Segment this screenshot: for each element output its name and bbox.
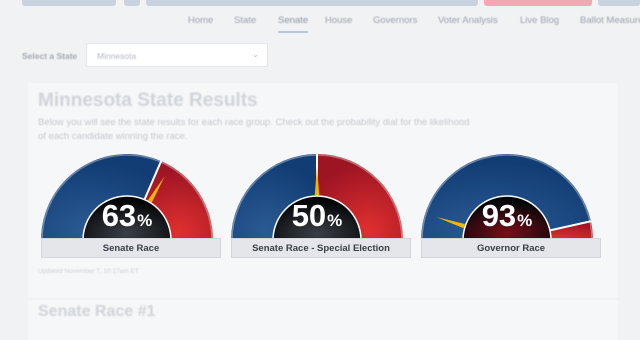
toolbar-search[interactable] bbox=[146, 0, 478, 6]
gauge-label: Senate Race bbox=[41, 238, 221, 258]
section-title: Senate Race #1 bbox=[38, 303, 156, 320]
gauge-label: Governor Race bbox=[421, 238, 601, 258]
chevron-down-icon: ⌄ bbox=[252, 50, 259, 59]
win-probability: 50% bbox=[291, 198, 343, 233]
win-probability: 93% bbox=[481, 198, 533, 233]
main-nav: Home State Senate House Governors Voter … bbox=[0, 9, 640, 37]
probability-gauge-special-election: 50% Senate Race - Special Election bbox=[231, 152, 411, 260]
win-probability: 63% bbox=[101, 198, 153, 233]
nav-voter-analysis[interactable]: Voter Analysis bbox=[438, 15, 498, 26]
state-select[interactable]: Minnesota ⌄ bbox=[86, 43, 268, 67]
nav-governors[interactable]: Governors bbox=[373, 15, 417, 26]
nav-ballot-measures[interactable]: Ballot Measures bbox=[580, 15, 640, 26]
nav-live-blog[interactable]: Live Blog bbox=[520, 15, 559, 26]
probability-gauge-senate: 63% Senate Race bbox=[41, 152, 221, 260]
toolbar-button-red[interactable] bbox=[484, 0, 592, 6]
nav-home[interactable]: Home bbox=[188, 15, 213, 26]
results-description: Below you will see the state results for… bbox=[38, 117, 470, 142]
toolbar-button-right[interactable] bbox=[598, 0, 640, 6]
gauge-label: Senate Race - Special Election bbox=[231, 238, 411, 258]
nav-house[interactable]: House bbox=[325, 15, 352, 26]
nav-active-indicator bbox=[278, 31, 308, 33]
state-select-label: Select a State bbox=[22, 51, 78, 61]
probability-gauge-governor: 93% Governor Race bbox=[421, 152, 601, 260]
toolbar-button[interactable] bbox=[22, 0, 116, 6]
results-title: Minnesota State Results bbox=[38, 90, 258, 111]
toolbar-button-small[interactable] bbox=[124, 0, 140, 6]
updated-timestamp: Updated November 7, 10:17am ET bbox=[38, 268, 139, 275]
state-select-value: Minnesota bbox=[97, 51, 137, 61]
top-toolbar bbox=[0, 0, 640, 6]
nav-state[interactable]: State bbox=[234, 15, 256, 26]
nav-senate[interactable]: Senate bbox=[278, 15, 308, 26]
